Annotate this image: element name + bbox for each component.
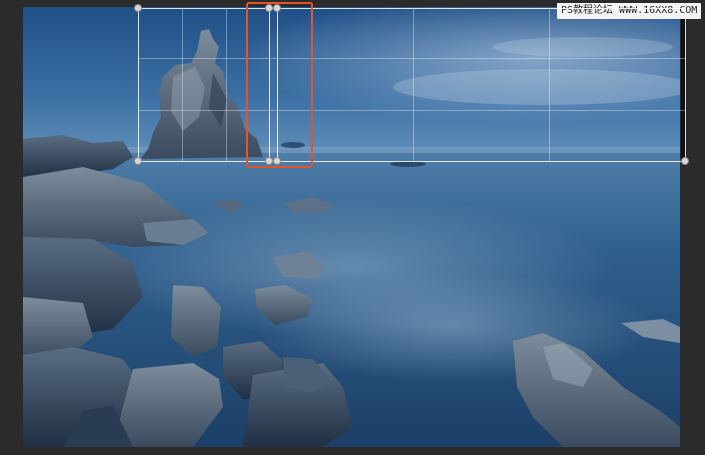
- grid-handle-bottom[interactable]: [273, 157, 281, 165]
- watermark-label: PS教程论坛 WWW.16XX8.COM: [557, 3, 702, 19]
- grid-handle-top[interactable]: [273, 4, 281, 12]
- grid-handle-bottom[interactable]: [265, 157, 273, 165]
- editor-workspace: PS教程论坛 WWW.16XX8.COM: [0, 0, 705, 455]
- grid-right-edge: [685, 8, 686, 161]
- grid-handle-top-left[interactable]: [134, 4, 142, 12]
- canvas-right-edge-shadow: [681, 7, 685, 161]
- seascape-photo: [23, 7, 680, 447]
- grid-handle-bottom-right[interactable]: [681, 157, 689, 165]
- grid-handle-top[interactable]: [265, 4, 273, 12]
- grid-handle-bottom-left[interactable]: [134, 157, 142, 165]
- photo-canvas[interactable]: [23, 7, 680, 447]
